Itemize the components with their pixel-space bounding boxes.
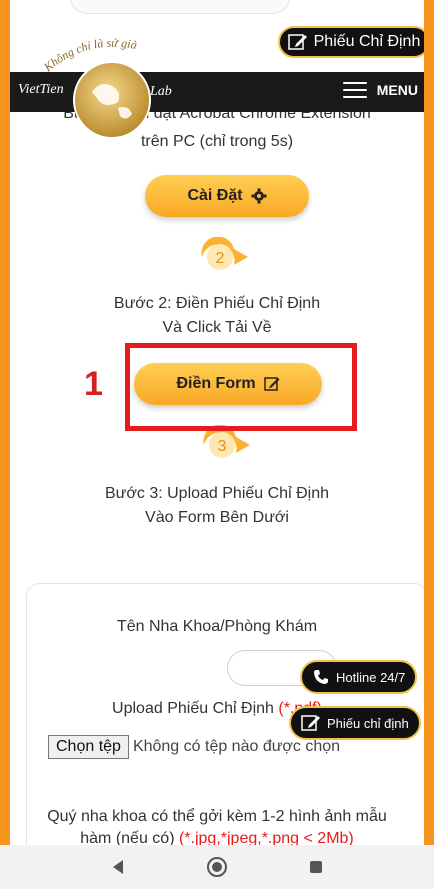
edit-icon — [301, 715, 320, 731]
step2-line1: Bước 2: Điền Phiếu Chỉ Định — [113, 295, 321, 312]
floating-phieu-chi-dinh-button[interactable]: Phiếu chỉ định — [289, 706, 421, 740]
gear-icon — [251, 188, 267, 204]
edit-icon — [287, 34, 307, 50]
page: Không chỉ là sứ giả VietTien Lab MENU Ph… — [10, 0, 424, 889]
step2-text: Bước 2: Điền Phiếu Chỉ Định Và Click Tải… — [10, 292, 424, 340]
step3-badge: 3 — [203, 425, 250, 458]
install-button-label: Cài Đặt — [187, 187, 243, 204]
floating-phieu-label: Phiếu chỉ định — [327, 715, 409, 731]
menu-label: MENU — [376, 82, 418, 98]
attach-line1: Quý nha khoa có thể gởi kèm 1-2 hình ảnh… — [47, 808, 387, 825]
choose-file-button[interactable]: Chọn tệp — [48, 735, 129, 759]
home-icon[interactable] — [205, 855, 229, 879]
top-phieu-chi-dinh-label: Phiếu Chỉ Định — [313, 33, 421, 50]
step2-number: 2 — [216, 250, 225, 267]
android-nav-bar — [0, 845, 434, 889]
menu-icon — [342, 82, 367, 98]
step3-text: Bước 3: Upload Phiếu Chỉ Định Vào Form B… — [10, 482, 424, 530]
top-phieu-chi-dinh-button[interactable]: Phiếu Chỉ Định — [278, 26, 424, 58]
menu-button[interactable]: MENU — [342, 82, 418, 98]
attach-text: Quý nha khoa có thể gởi kèm 1-2 hình ảnh… — [10, 806, 424, 850]
step3-number: 3 — [218, 438, 227, 455]
step2-badge: 2 — [201, 237, 248, 270]
viettien-logo[interactable]: Không chỉ là sứ giả — [30, 30, 190, 140]
phone-icon — [314, 670, 328, 684]
step2-line2: Và Click Tải Về — [162, 319, 272, 336]
step3-line1: Bước 3: Upload Phiếu Chỉ Định — [105, 485, 329, 502]
clinic-name-label: Tên Nha Khoa/Phòng Khám — [116, 618, 318, 635]
no-file-text: Không có tệp nào được chọn — [132, 738, 341, 755]
annotation-highlight-box — [125, 343, 357, 431]
top-search-pill[interactable] — [70, 0, 290, 14]
annotation-number: 1 — [84, 365, 103, 403]
hotline-button[interactable]: Hotline 24/7 — [300, 660, 418, 694]
recents-icon[interactable] — [304, 855, 328, 879]
upload-label-text: Upload Phiếu Chỉ Định — [112, 700, 274, 717]
step3-line2: Vào Form Bên Dưới — [145, 509, 289, 526]
hotline-label: Hotline 24/7 — [336, 669, 406, 685]
file-chooser: Chọn tệp Không có tệp nào được chọn — [48, 735, 340, 759]
back-icon[interactable] — [106, 855, 130, 879]
install-button[interactable]: Cài Đặt — [145, 175, 309, 217]
